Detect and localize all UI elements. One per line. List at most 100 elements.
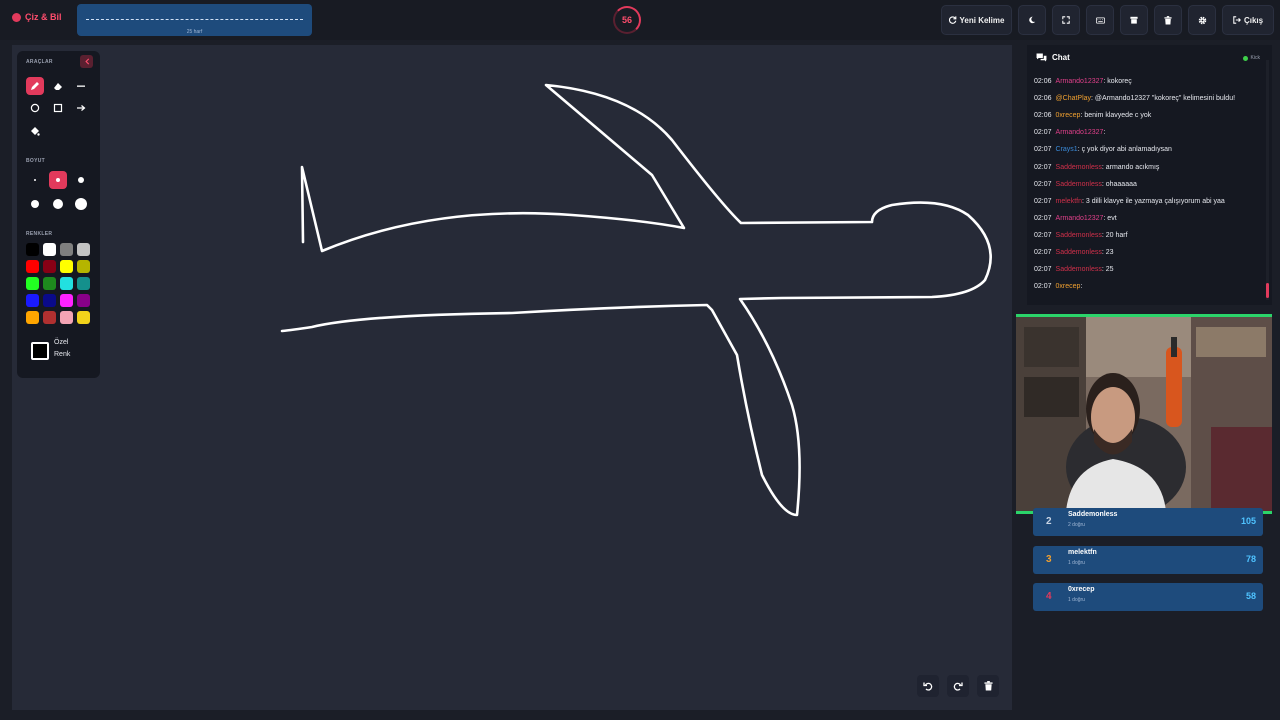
color-swatch[interactable] — [26, 277, 39, 290]
custom-color-label-2: Renk — [54, 351, 71, 358]
message-user[interactable]: Saddemonless — [1056, 266, 1102, 273]
refresh-icon — [948, 16, 956, 24]
archive-button[interactable] — [1120, 5, 1148, 35]
clear-button[interactable] — [1154, 5, 1182, 35]
color-swatch[interactable] — [43, 311, 56, 324]
color-swatch[interactable] — [26, 294, 39, 307]
color-swatch[interactable] — [77, 260, 90, 273]
message-time: 02:07 — [1034, 163, 1052, 171]
size-lg[interactable] — [26, 195, 44, 213]
tools-section-label: ARAÇLAR — [26, 59, 53, 65]
message-user[interactable]: Armando12327 — [1056, 215, 1104, 222]
chat-bubbles-icon — [1036, 53, 1047, 62]
line-tool[interactable] — [72, 77, 90, 95]
color-swatch[interactable] — [77, 277, 90, 290]
message-user[interactable]: Saddemonless — [1056, 164, 1102, 171]
size-sm[interactable] — [49, 171, 67, 189]
message-user[interactable]: Saddemonless — [1056, 249, 1102, 256]
colors-section-label: RENKLER — [26, 231, 53, 237]
new-word-button[interactable]: Yeni Kelime — [941, 5, 1012, 35]
clear-canvas-button[interactable] — [977, 675, 999, 697]
color-swatch[interactable] — [60, 277, 73, 290]
message-text: : ç yok diyor abi anlamadıysan — [1077, 146, 1172, 154]
redo-icon — [953, 682, 963, 691]
message-user[interactable]: Crays1 — [1056, 146, 1078, 153]
chat-message: 02:07 0xrecep: — [1034, 283, 1082, 290]
palette-icon — [12, 12, 21, 22]
color-swatch[interactable] — [43, 277, 56, 290]
color-swatch[interactable] — [43, 243, 56, 256]
chat-panel: Chat Kick 02:06 Armando12327: kokoreç 02:0… — [1027, 45, 1272, 305]
size-md[interactable] — [72, 171, 90, 189]
redo-button[interactable] — [947, 675, 969, 697]
color-swatch[interactable] — [60, 260, 73, 273]
message-user[interactable]: 0xrecep — [1056, 112, 1081, 119]
collapse-panel-button[interactable] — [80, 55, 93, 68]
message-time: 02:06 — [1034, 112, 1052, 120]
message-time: 02:06 — [1034, 78, 1052, 85]
message-user[interactable]: Armando12327 — [1056, 78, 1104, 85]
chat-message: 02:07 Saddemonless: 25 — [1034, 266, 1114, 273]
player-correct-count: 1 doğru — [1068, 559, 1085, 566]
color-swatch[interactable] — [43, 294, 56, 307]
rectangle-tool[interactable] — [49, 99, 67, 117]
logout-button[interactable]: Çıkış — [1222, 5, 1274, 35]
online-dot-icon — [1242, 55, 1248, 61]
fullscreen-button[interactable] — [1052, 5, 1080, 35]
chat-message: 02:07 Saddemonless: ohaaaaaa — [1034, 181, 1137, 188]
size-section-label: BOYUT — [26, 158, 45, 164]
arrow-tool[interactable] — [72, 99, 90, 117]
circle-tool[interactable] — [26, 99, 44, 117]
message-text: : 3 dilli klavye ile yazmaya çalışıyorum… — [1082, 197, 1225, 205]
color-swatch[interactable] — [26, 311, 39, 324]
chevron-left-icon — [84, 58, 89, 65]
color-swatch[interactable] — [77, 311, 90, 324]
keyboard-button[interactable] — [1086, 5, 1114, 35]
theme-toggle-button[interactable] — [1018, 5, 1046, 35]
square-icon — [53, 103, 63, 113]
message-text: : ohaaaaaa — [1101, 180, 1137, 188]
chat-message: 02:07 Saddemonless: 20 harf — [1034, 232, 1128, 239]
message-time: 02:06 — [1034, 95, 1052, 103]
chat-scrollbar-thumb[interactable] — [1266, 283, 1269, 298]
custom-color-button[interactable] — [31, 342, 49, 360]
size-xs[interactable] — [26, 171, 44, 189]
color-swatch[interactable] — [43, 260, 56, 273]
message-text: : — [1080, 283, 1083, 291]
top-bar: Çiz & Bil 25 harf 56 Yeni Kelime Çıkış — [0, 0, 1280, 40]
keyboard-icon — [1095, 17, 1105, 23]
message-user[interactable]: 0xrecep — [1056, 283, 1081, 290]
color-swatch[interactable] — [60, 243, 73, 256]
fill-tool[interactable] — [26, 122, 44, 140]
message-text: : @Armando12327 "kokoreç" kelimesini bul… — [1091, 95, 1236, 103]
color-swatch[interactable] — [77, 243, 90, 256]
message-user[interactable]: Armando12327 — [1056, 129, 1104, 136]
player-score: 58 — [1245, 591, 1256, 601]
color-swatch[interactable] — [77, 294, 90, 307]
message-user[interactable]: @ChatPlay — [1056, 95, 1092, 102]
color-swatch[interactable] — [26, 260, 39, 273]
leaderboard-row: 3 melektfn 1 doğru 78 — [1033, 545, 1263, 574]
message-user[interactable]: Saddemonless — [1056, 232, 1102, 239]
message-time: 02:07 — [1034, 283, 1052, 291]
size-xl[interactable] — [49, 195, 67, 213]
eraser-icon — [54, 82, 62, 90]
message-text: : benim klavyede c yok — [1080, 112, 1152, 120]
message-time: 02:07 — [1034, 231, 1052, 239]
player-name: melektfn — [1068, 548, 1097, 556]
drawing-canvas[interactable] — [12, 45, 1012, 710]
eraser-tool[interactable] — [49, 77, 67, 95]
size-xxl[interactable] — [72, 195, 90, 213]
color-swatch[interactable] — [26, 243, 39, 256]
message-text: : 20 harf — [1101, 231, 1128, 239]
color-swatch[interactable] — [60, 311, 73, 324]
chat-scroll-track[interactable] — [1266, 60, 1269, 300]
message-user[interactable]: melektfn — [1056, 198, 1082, 205]
moon-icon — [1029, 16, 1036, 24]
undo-button[interactable] — [917, 675, 939, 697]
color-swatch[interactable] — [60, 294, 73, 307]
line-icon — [77, 85, 85, 87]
pencil-tool[interactable] — [26, 77, 44, 95]
settings-button[interactable] — [1188, 5, 1216, 35]
message-user[interactable]: Saddemonless — [1056, 181, 1102, 188]
